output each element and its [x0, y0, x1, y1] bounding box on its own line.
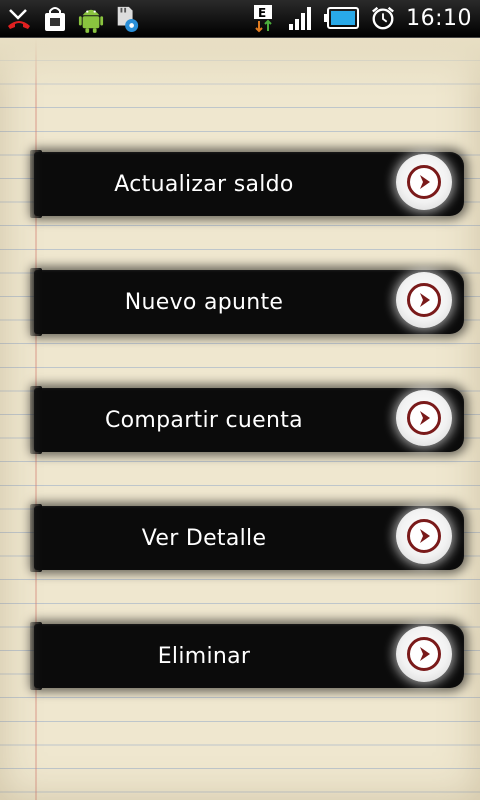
shopping-bag-icon [42, 4, 68, 34]
menu-item-label: Ver Detalle [141, 525, 267, 551]
arrow-right-icon [407, 519, 441, 553]
status-clock: 16:10 [406, 5, 472, 31]
edge-data-icon: E [252, 3, 278, 33]
signal-icon [288, 3, 314, 33]
status-bar: E 16:10 [0, 0, 480, 38]
eliminar-button[interactable]: Eliminar [30, 620, 466, 692]
alarm-icon [370, 3, 396, 33]
battery-icon [324, 3, 360, 33]
menu-item-label: Nuevo apunte [124, 289, 284, 315]
go-button[interactable] [396, 508, 452, 564]
arrow-right-icon [407, 401, 441, 435]
menu-item-label: Actualizar saldo [114, 171, 294, 197]
arrow-right-icon [407, 283, 441, 317]
system-icons: E 16:10 [252, 3, 472, 33]
actualizar-saldo-button[interactable]: Actualizar saldo [30, 148, 466, 220]
go-button[interactable] [396, 272, 452, 328]
menu-item-label: Eliminar [157, 643, 251, 669]
go-button[interactable] [396, 154, 452, 210]
notification-icons [6, 4, 140, 34]
missed-call-icon [6, 4, 32, 34]
nuevo-apunte-button[interactable]: Nuevo apunte [30, 266, 466, 338]
go-button[interactable] [396, 390, 452, 446]
sd-card-settings-icon [114, 4, 140, 34]
svg-text:E: E [258, 6, 266, 20]
arrow-right-icon [407, 165, 441, 199]
menu-item-label: Compartir cuenta [105, 407, 303, 433]
compartir-cuenta-button[interactable]: Compartir cuenta [30, 384, 466, 456]
ver-detalle-button[interactable]: Ver Detalle [30, 502, 466, 574]
paper-shade [0, 38, 480, 98]
go-button[interactable] [396, 626, 452, 682]
arrow-right-icon [407, 637, 441, 671]
android-icon [78, 4, 104, 34]
